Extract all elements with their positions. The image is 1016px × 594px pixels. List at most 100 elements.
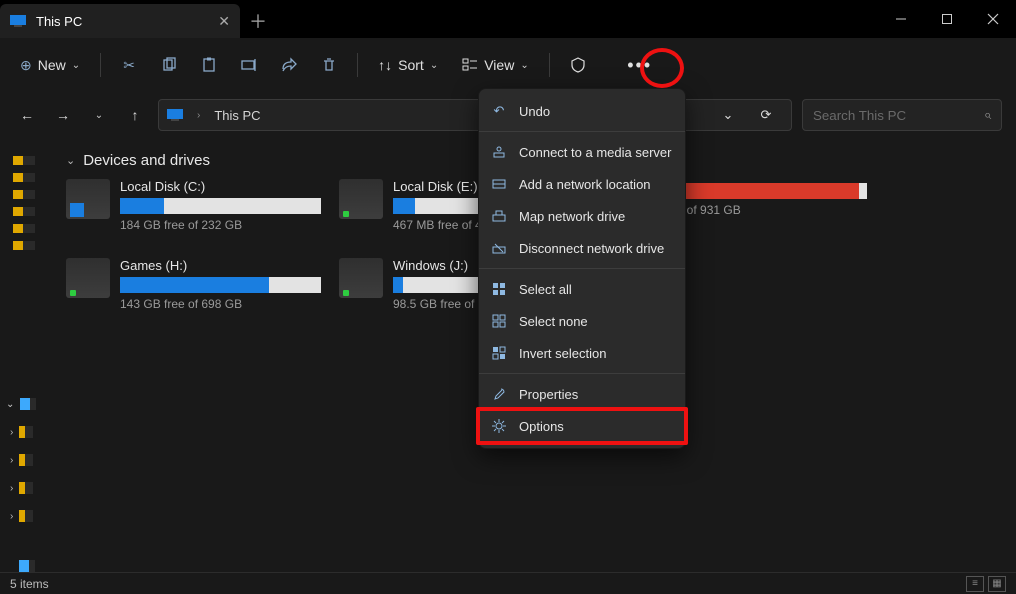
wrench-icon [491, 386, 507, 402]
forward-button[interactable]: → [50, 102, 76, 128]
drive-icon [339, 179, 383, 219]
nav-group-toggle[interactable]: ⌄ [0, 398, 48, 410]
sort-icon: ↑↓ [378, 57, 392, 73]
delete-button[interactable] [311, 47, 347, 83]
view-button[interactable]: View ⌄ [452, 47, 538, 83]
new-button[interactable]: ⊕ New ⌄ [10, 47, 90, 83]
rename-icon [241, 57, 257, 73]
close-button[interactable] [970, 0, 1016, 38]
more-options-button[interactable]: ••• [622, 47, 658, 83]
nav-item[interactable] [13, 224, 35, 233]
menu-connect-media[interactable]: Connect to a media server [479, 136, 685, 168]
shield-icon [570, 57, 586, 73]
nav-item[interactable] [13, 173, 35, 182]
chevron-down-icon: ⌄ [95, 110, 103, 121]
copy-button[interactable] [151, 47, 187, 83]
chevron-down-icon: ⌄ [520, 60, 528, 71]
network-location-icon [491, 176, 507, 192]
trash-icon [321, 57, 337, 73]
menu-properties[interactable]: Properties [479, 378, 685, 410]
nav-group-toggle[interactable]: › [0, 426, 48, 438]
nav-item[interactable] [13, 190, 35, 199]
menu-select-all[interactable]: Select all [479, 273, 685, 305]
tiles-icon: ▦ [992, 578, 1001, 589]
chevron-down-icon: ⌄ [430, 60, 438, 71]
menu-label: Options [519, 419, 564, 434]
nav-item[interactable] [13, 241, 35, 250]
tiles-view-button[interactable]: ▦ [988, 576, 1006, 592]
address-bar[interactable]: › This PC ⌄ ⟳ [158, 99, 792, 131]
group-title: Devices and drives [83, 152, 210, 169]
nav-item[interactable] [13, 156, 35, 165]
search-icon: ⌕ [984, 107, 991, 123]
drive-usage-bar [120, 198, 321, 214]
new-tab-button[interactable]: ＋ [240, 4, 276, 38]
separator [357, 53, 358, 77]
extra-tool-button[interactable] [560, 47, 596, 83]
cut-button[interactable]: ✂ [111, 47, 147, 83]
view-label: View [484, 57, 514, 73]
minimize-button[interactable] [878, 0, 924, 38]
paste-button[interactable] [191, 47, 227, 83]
navigation-pane[interactable]: ⌄ › › › › [0, 138, 48, 572]
chevron-down-icon: ⌄ [72, 60, 80, 71]
nav-group-toggle[interactable]: › [0, 454, 48, 466]
search-input[interactable] [813, 108, 963, 123]
nav-item[interactable] [0, 560, 48, 572]
sort-button[interactable]: ↑↓ Sort ⌄ [368, 47, 448, 83]
menu-options[interactable]: Options [479, 410, 685, 442]
breadcrumb-sep-icon: › [197, 110, 200, 121]
menu-undo[interactable]: ↶ Undo [479, 95, 685, 127]
back-button[interactable]: ← [14, 102, 40, 128]
drive-free-text: 143 GB free of 698 GB [120, 297, 321, 311]
menu-select-none[interactable]: Select none [479, 305, 685, 337]
up-button[interactable]: ↑ [122, 102, 148, 128]
details-icon: ≡ [972, 578, 978, 589]
command-bar: ⊕ New ⌄ ✂ ↑↓ Sort ⌄ View ⌄ ••• [0, 38, 1016, 92]
tab-this-pc[interactable]: This PC ✕ [0, 4, 240, 38]
menu-label: Select none [519, 314, 588, 329]
recent-locations-button[interactable]: ⌄ [86, 102, 112, 128]
drive-name: Games (H:) [120, 258, 321, 273]
menu-label: Properties [519, 387, 578, 402]
view-icon [462, 57, 478, 73]
status-item-count: 5 items [10, 577, 49, 591]
nav-group-toggle[interactable]: › [0, 482, 48, 494]
gear-icon [491, 418, 507, 434]
details-view-button[interactable]: ≡ [966, 576, 984, 592]
nav-group-toggle[interactable]: › [0, 510, 48, 522]
chevron-down-icon: ⌄ [723, 107, 734, 123]
menu-map-network-drive[interactable]: Map network drive [479, 200, 685, 232]
drive-item[interactable]: Games (H:) 143 GB free of 698 GB [66, 258, 321, 311]
menu-label: Add a network location [519, 177, 651, 192]
separator [100, 53, 101, 77]
maximize-button[interactable] [924, 0, 970, 38]
map-drive-icon [491, 208, 507, 224]
menu-disconnect-network-drive[interactable]: Disconnect network drive [479, 232, 685, 264]
menu-label: Undo [519, 104, 550, 119]
breadcrumb[interactable]: This PC [214, 108, 260, 123]
tab-close-icon[interactable]: ✕ [218, 14, 230, 28]
select-none-icon [491, 313, 507, 329]
menu-separator [479, 268, 685, 269]
address-dropdown-button[interactable]: ⌄ [711, 100, 745, 130]
new-label: New [38, 57, 66, 73]
menu-invert-selection[interactable]: Invert selection [479, 337, 685, 369]
nav-item[interactable] [13, 207, 35, 216]
select-all-icon [491, 281, 507, 297]
menu-add-network-location[interactable]: Add a network location [479, 168, 685, 200]
menu-separator [479, 131, 685, 132]
new-icon: ⊕ [20, 57, 32, 74]
drive-usage-bar [666, 183, 867, 199]
share-button[interactable] [271, 47, 307, 83]
drive-name: Local Disk (C:) [120, 179, 321, 194]
search-box[interactable]: ⌕ [802, 99, 1002, 131]
monitor-icon [10, 15, 26, 27]
clipboard-icon [201, 57, 217, 73]
menu-label: Map network drive [519, 209, 625, 224]
more-options-menu: ↶ Undo Connect to a media server Add a n… [478, 88, 686, 449]
drive-item[interactable]: Local Disk (C:)184 GB free of 232 GB [66, 179, 321, 232]
rename-button[interactable] [231, 47, 267, 83]
refresh-button[interactable]: ⟳ [749, 100, 783, 130]
separator [549, 53, 550, 77]
